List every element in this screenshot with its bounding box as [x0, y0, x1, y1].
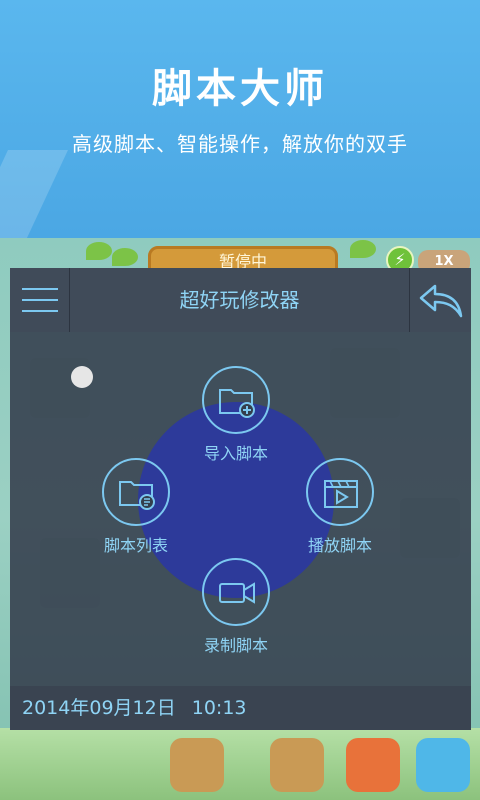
panel-header: 超好玩修改器 [10, 268, 471, 332]
record-script-label: 录制脚本 [203, 636, 268, 655]
play-script-label: 播放脚本 [307, 536, 372, 555]
back-arrow-icon[interactable] [409, 268, 471, 332]
video-camera-icon [202, 558, 270, 626]
banner-light-streak [0, 150, 68, 250]
promo-title: 脚本大师 [152, 66, 328, 112]
promo-subtitle: 高级脚本、智能操作，解放你的双手 [72, 132, 408, 156]
game-bottom-bar [0, 728, 480, 800]
folder-add-icon [202, 366, 270, 434]
video-play-icon [306, 458, 374, 526]
panel-title: 超好玩修改器 [179, 288, 300, 312]
leaf-decoration [86, 242, 112, 260]
play-script-button[interactable]: 播放脚本 [280, 458, 400, 556]
script-master-panel: 超好玩修改器 导入脚本 脚本列表 播放脚本 录制脚本 2014年09月12日 1… [10, 268, 471, 730]
game-bottom-button [346, 738, 400, 792]
promo-banner: 脚本大师 高级脚本、智能操作，解放你的双手 [0, 0, 480, 250]
hamburger-menu-icon[interactable] [10, 268, 70, 332]
leaf-decoration [112, 248, 138, 266]
import-script-button[interactable]: 导入脚本 [176, 366, 296, 464]
script-list-button[interactable]: 脚本列表 [76, 458, 196, 556]
panel-footer: 2014年09月12日 10:13 [10, 686, 471, 730]
game-bottom-button [170, 738, 224, 792]
script-list-label: 脚本列表 [103, 536, 168, 555]
record-script-button[interactable]: 录制脚本 [176, 558, 296, 656]
game-bottom-button [270, 738, 324, 792]
game-bottom-button [416, 738, 470, 792]
leaf-decoration [350, 240, 376, 258]
floating-touch-dot[interactable] [71, 366, 93, 388]
folder-list-icon [102, 458, 170, 526]
datetime-text: 2014年09月12日 10:13 [22, 697, 247, 719]
